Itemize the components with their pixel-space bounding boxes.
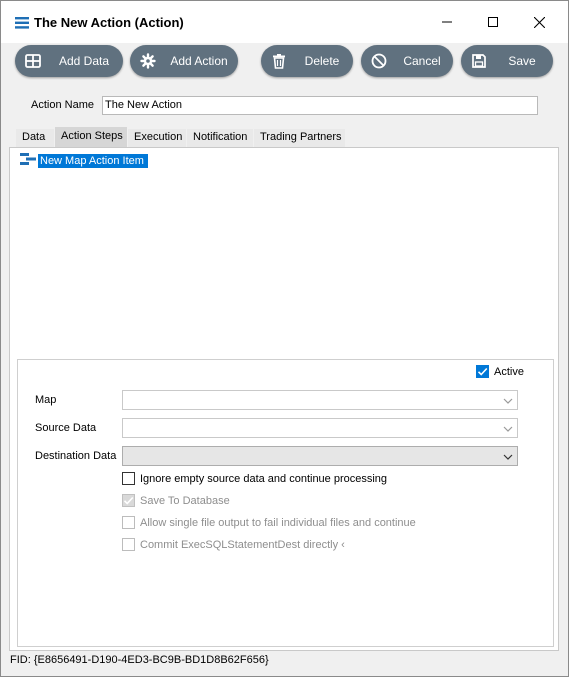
source-data-select[interactable] — [122, 418, 518, 438]
close-icon — [533, 16, 545, 28]
destination-data-label: Destination Data — [35, 450, 117, 462]
fid-label: FID: {E8656491-D190-4ED3-BC9B-BD1D8B62F6… — [10, 654, 269, 666]
maximize-button[interactable] — [470, 1, 516, 43]
save-label: Save — [508, 54, 536, 68]
checkbox-unchecked-icon — [122, 472, 135, 485]
add-data-label: Add Data — [58, 54, 110, 68]
checkbox-checked-icon — [122, 494, 135, 507]
floppy-disk-icon — [471, 53, 487, 69]
tab-notification[interactable]: Notification — [187, 129, 253, 147]
destination-data-select[interactable] — [122, 446, 518, 466]
minimize-button[interactable] — [424, 1, 470, 43]
active-checkbox[interactable]: Active — [476, 365, 524, 378]
cancel-button[interactable]: Cancel — [361, 45, 453, 77]
cancel-icon — [371, 53, 387, 69]
ignore-empty-label: Ignore empty source data and continue pr… — [140, 472, 388, 485]
save-button[interactable]: Save — [461, 45, 553, 77]
chevron-down-icon — [503, 452, 513, 460]
action-window: The New Action (Action) Add Data Add Act… — [0, 0, 569, 677]
chevron-down-icon — [503, 396, 513, 404]
gear-icon — [140, 53, 156, 69]
save-to-database-checkbox: Save To Database — [122, 494, 230, 507]
cancel-label: Cancel — [403, 54, 441, 68]
tab-execution[interactable]: Execution — [128, 129, 186, 147]
action-name-label: Action Name — [31, 99, 94, 111]
chevron-down-icon — [503, 424, 513, 432]
list-icon — [15, 17, 29, 29]
add-data-button[interactable]: Add Data — [15, 45, 123, 77]
action-name-input[interactable]: The New Action — [102, 96, 538, 115]
title-bar: The New Action (Action) — [1, 1, 568, 43]
source-data-label: Source Data — [35, 422, 97, 434]
allow-single-file-checkbox: Allow single file output to fail individ… — [122, 516, 416, 529]
maximize-icon — [488, 17, 498, 27]
map-action-settings: Active Map Source Data Destination Data — [17, 359, 554, 647]
toolbar: Add Data Add Action Delete Cancel Save — [1, 43, 568, 85]
close-button[interactable] — [516, 1, 562, 43]
checkbox-checked-icon — [476, 365, 489, 378]
add-action-label: Add Action — [170, 54, 228, 68]
commit-sql-label: Commit ExecSQLStatementDest directly ‹ — [140, 538, 345, 551]
save-to-database-label: Save To Database — [140, 494, 230, 507]
step-detail-panel: Active Map Source Data Destination Data — [9, 347, 559, 651]
active-label: Active — [494, 365, 524, 378]
action-steps-tree: New Map Action Item — [9, 147, 559, 347]
ignore-empty-checkbox[interactable]: Ignore empty source data and continue pr… — [122, 472, 387, 485]
tree-item[interactable]: New Map Action Item — [20, 153, 148, 168]
checkbox-unchecked-icon — [122, 538, 135, 551]
window-title: The New Action (Action) — [34, 15, 184, 30]
delete-button[interactable]: Delete — [261, 45, 353, 77]
tab-trading-partners[interactable]: Trading Partners — [254, 129, 345, 147]
map-select[interactable] — [122, 390, 518, 410]
minimize-icon — [442, 21, 452, 23]
tree-item-label: New Map Action Item — [38, 153, 148, 168]
checkbox-unchecked-icon — [122, 516, 135, 529]
map-item-icon — [20, 152, 36, 169]
tab-data[interactable]: Data — [16, 129, 54, 147]
commit-sql-checkbox: Commit ExecSQLStatementDest directly ‹ — [122, 538, 345, 551]
allow-single-file-label: Allow single file output to fail individ… — [140, 516, 416, 529]
map-label: Map — [35, 394, 57, 406]
trash-icon — [271, 53, 287, 69]
tab-action-steps[interactable]: Action Steps — [55, 127, 127, 147]
add-action-button[interactable]: Add Action — [130, 45, 238, 77]
table-icon — [25, 53, 41, 69]
delete-label: Delete — [304, 54, 340, 68]
